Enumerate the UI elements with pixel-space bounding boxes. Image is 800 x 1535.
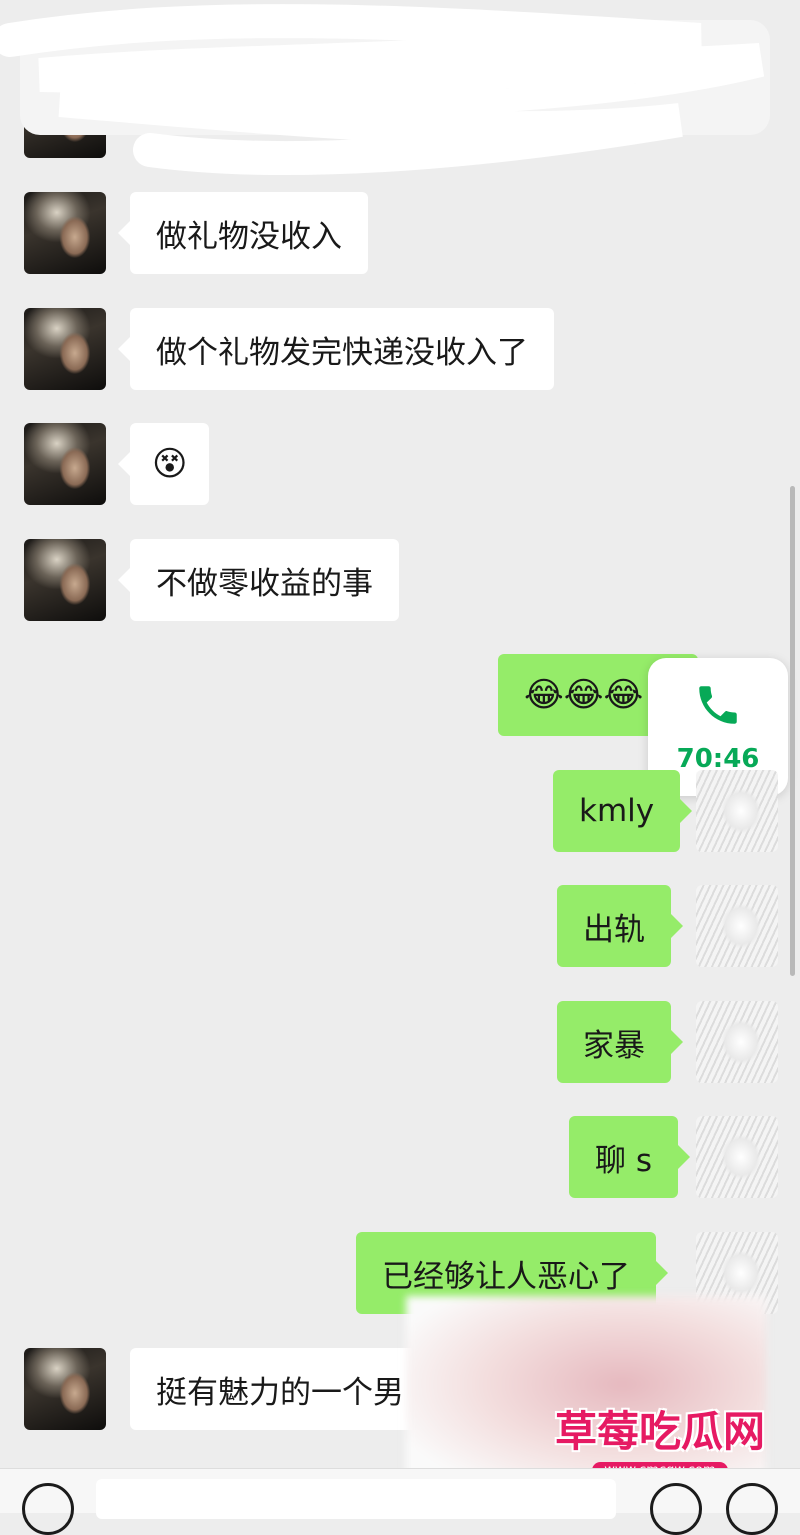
redaction-scribble: [0, 4, 770, 176]
contact-avatar[interactable]: [24, 192, 106, 274]
contact-avatar[interactable]: [24, 423, 106, 505]
message-text: kmly: [579, 793, 655, 829]
scrollbar[interactable]: [790, 486, 795, 976]
contact-avatar[interactable]: [24, 308, 106, 390]
message-bubble-outgoing[interactable]: 家暴: [557, 1001, 683, 1083]
chat-input-bar: [0, 1468, 800, 1535]
user-avatar[interactable]: [696, 770, 778, 852]
watermark-logo: 草莓吃瓜网 www.cmcgw.com: [550, 1398, 770, 1479]
message-bubble-incoming[interactable]: 做个礼物发完快递没收入了: [118, 308, 554, 390]
user-avatar[interactable]: [696, 1001, 778, 1083]
contact-avatar[interactable]: [24, 1348, 106, 1430]
message-bubble-incoming[interactable]: 😵: [117, 423, 210, 505]
message-text: 做个礼物发完快递没收入了: [156, 334, 528, 371]
message-bubble-incoming[interactable]: 不做零收益的事: [118, 539, 399, 621]
message-text: 已经够让人恶心了: [382, 1258, 630, 1295]
user-avatar[interactable]: [696, 1116, 778, 1198]
message-bubble-incoming[interactable]: 做礼物没收入: [118, 192, 368, 274]
user-avatar[interactable]: [696, 885, 778, 967]
voice-input-icon[interactable]: [22, 1483, 74, 1535]
message-text: 聊 s: [595, 1142, 653, 1179]
message-bubble-outgoing[interactable]: kmly: [553, 770, 693, 852]
message-text: 出轨: [583, 911, 645, 948]
message-text: 不做零收益的事: [156, 565, 373, 602]
watermark-title: 草莓吃瓜网: [554, 1407, 765, 1456]
dizzy-face-emoji-icon: 😵: [152, 444, 188, 484]
message-input[interactable]: [96, 1479, 616, 1519]
crying-laughing-emoji-icon: 😂😂😂: [524, 675, 644, 715]
message-text: 挺有魅力的一个男: [156, 1374, 404, 1411]
message-bubble-outgoing[interactable]: 出轨: [557, 885, 683, 967]
contact-avatar[interactable]: [24, 539, 106, 621]
message-text: 做礼物没收入: [156, 218, 342, 255]
message-text: 家暴: [583, 1027, 645, 1064]
add-more-icon[interactable]: [726, 1483, 778, 1535]
emoji-picker-icon[interactable]: [650, 1483, 702, 1535]
message-bubble-outgoing[interactable]: 聊 s: [569, 1116, 691, 1198]
phone-icon: [699, 686, 737, 724]
